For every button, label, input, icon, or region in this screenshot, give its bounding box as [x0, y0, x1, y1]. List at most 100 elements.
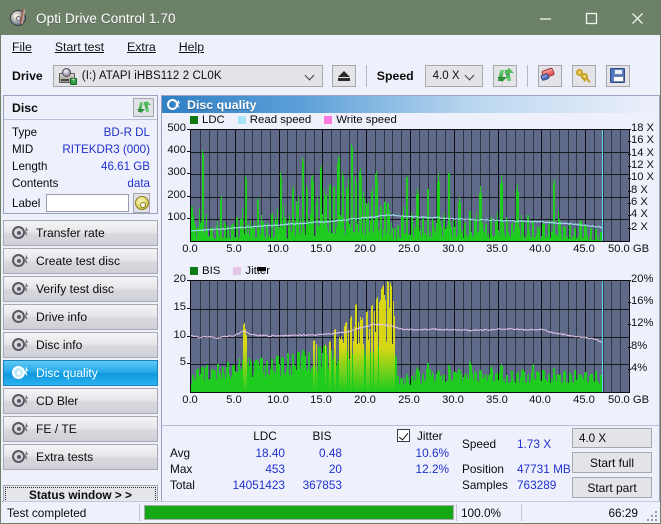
x-axis-tick-label: 45.0	[573, 394, 595, 406]
close-icon[interactable]	[614, 1, 660, 35]
jitter-checkbox[interactable]	[397, 429, 410, 442]
speed-select-value: 4.0 X	[432, 69, 460, 82]
sidebar-item-label: CD Bler	[36, 394, 79, 408]
y2-axis-tick-label: 14 X	[631, 147, 655, 159]
disc-mid-key: MID	[12, 142, 34, 156]
progress-bar-fill	[145, 506, 453, 519]
start-full-button[interactable]: Start full	[572, 452, 652, 473]
x-axis-tick-label: 50.0 GB	[608, 243, 650, 255]
sidebar-item-extra-tests[interactable]: Extra tests	[3, 444, 158, 470]
panel-title: Disc quality	[187, 97, 257, 112]
menu-extra[interactable]: Extra	[125, 39, 158, 55]
disc-type-key: Type	[12, 125, 38, 139]
minimize-icon[interactable]	[522, 1, 568, 35]
toolbar: Drive + (I:) ATAPI iHBS112 2 CL0K Speed …	[1, 58, 660, 93]
sidebar-item-create-test-disc[interactable]: Create test disc	[3, 248, 158, 274]
status-separator-1	[139, 504, 140, 521]
y2-axis-tick-label: 2 X	[631, 221, 648, 233]
y-axis-tick-label: 400	[167, 144, 186, 156]
sidebar-item-disc-quality[interactable]: Disc quality	[3, 360, 158, 386]
disc-quality-panel: Disc quality LDC Read speed Write speed 10…	[161, 95, 660, 504]
sidebar-item-label: Verify test disc	[36, 282, 114, 296]
refresh-arrows-icon	[497, 68, 515, 83]
legend-swatch	[237, 116, 246, 124]
test-speed-select-value: 4.0 X	[579, 431, 607, 445]
menu-start-test-label: Start test	[54, 39, 105, 54]
eject-icon	[337, 70, 350, 81]
status-message: Test completed	[7, 505, 87, 520]
x-axis-tick-label: 0.0	[182, 243, 198, 255]
y2-axis-tick-label: 16 X	[631, 134, 655, 146]
y2-axis-tick-label: 8 X	[631, 184, 648, 196]
y-axis-tick-label: 5	[179, 356, 186, 368]
stats-avg-bis: 0.48	[319, 446, 342, 460]
disc-length-key: Length	[12, 159, 48, 173]
y2-axis-tick	[628, 178, 631, 179]
menu-help[interactable]: Help	[177, 39, 206, 55]
y2-axis-tick-label: 12 X	[631, 159, 655, 171]
disc-spark-icon	[12, 393, 28, 409]
disc-label-input[interactable]	[46, 194, 130, 212]
save-button[interactable]	[605, 64, 630, 87]
refresh-button[interactable]	[492, 64, 517, 87]
stats-header-ldc: LDC	[253, 429, 277, 443]
maximize-icon[interactable]	[568, 1, 614, 35]
keys-button[interactable]	[571, 64, 596, 87]
sidebar-item-transfer-rate[interactable]: Transfer rate	[3, 220, 158, 246]
y-axis-tick-label: 15	[173, 301, 186, 313]
disc-row-type: Type BD-R DL	[12, 124, 150, 140]
disc-label-apply-button[interactable]	[133, 193, 150, 213]
ldc-plot-area[interactable]	[190, 129, 630, 242]
sidebar-item-disc-info[interactable]: Disc info	[3, 332, 158, 358]
stats-row-avg-label: Avg	[170, 446, 191, 460]
drive-select-value: (I:) ATAPI iHBS112 2 CL0K	[81, 69, 222, 82]
app-disc-icon	[10, 8, 28, 27]
legend-label: Read speed	[249, 114, 312, 126]
sidebar-item-drive-info[interactable]: Drive info	[3, 304, 158, 330]
ldc-chart-legend: LDC Read speed Write speed	[190, 114, 397, 126]
sidebar-item-label: FE / TE	[36, 422, 77, 436]
test-speed-select[interactable]: 4.0 X	[572, 428, 652, 448]
erase-button[interactable]	[537, 64, 562, 87]
sidebar-item-label: Drive info	[36, 310, 88, 324]
chart-cursor-line	[602, 281, 603, 392]
resize-grip-icon[interactable]	[646, 510, 657, 521]
x-axis-tick-label: 30.0	[442, 394, 464, 406]
eject-button[interactable]	[331, 64, 356, 87]
stats-row-max-label: Max	[170, 462, 193, 476]
y2-axis-tick	[628, 228, 631, 229]
window-controls	[522, 1, 660, 35]
sidebar-item-cd-bler[interactable]: CD Bler	[3, 388, 158, 414]
menu-start-test[interactable]: Start test	[53, 39, 106, 55]
y2-axis-tick	[628, 369, 631, 370]
window-title: Opti Drive Control 1.70	[36, 10, 176, 26]
stats-max-ldc: 453	[265, 462, 285, 476]
progress-percent: 100.0%	[461, 505, 502, 520]
y2-axis-tick	[628, 324, 631, 325]
x-axis-tick-label: 25.0	[398, 243, 420, 255]
stats-max-bis: 20	[328, 462, 342, 476]
disc-row-length: Length 46.61 GB	[12, 158, 150, 174]
disc-info-panel: Disc Type BD-R DL MID RITEKDR3 (000) Len…	[3, 95, 158, 214]
speed-select[interactable]: 4.0 X	[424, 64, 483, 87]
stats-avg-ldc: 18.40	[255, 446, 285, 460]
y-axis-tick-label: 10	[173, 329, 186, 341]
menu-file[interactable]: File	[10, 39, 34, 55]
sidebar-item-verify-test-disc[interactable]: Verify test disc	[3, 276, 158, 302]
y2-axis-tick	[628, 203, 631, 204]
bis-plot-area[interactable]	[190, 280, 630, 393]
y-axis-tick-label: 100	[167, 211, 186, 223]
toolbar-separator-2	[526, 64, 528, 87]
disc-spark-icon	[12, 253, 28, 269]
x-axis-tick-label: 40.0	[529, 394, 551, 406]
y2-axis-tick	[628, 141, 631, 142]
disc-refresh-button[interactable]	[133, 98, 154, 117]
drive-select[interactable]: + (I:) ATAPI iHBS112 2 CL0K	[52, 64, 323, 87]
elapsed-time: 66:29	[608, 505, 638, 520]
bis-chart: BIS Jitter 5 10 15 20 4% 8% 12% 16% 20% 0.0 5.0 10.0…	[162, 264, 659, 416]
x-axis-tick-label: 20.0	[354, 243, 376, 255]
start-part-button[interactable]: Start part	[572, 477, 652, 498]
y2-axis-tick	[628, 215, 631, 216]
sidebar-item-fe-te[interactable]: FE / TE	[3, 416, 158, 442]
x-axis-tick-label: 40.0	[529, 243, 551, 255]
